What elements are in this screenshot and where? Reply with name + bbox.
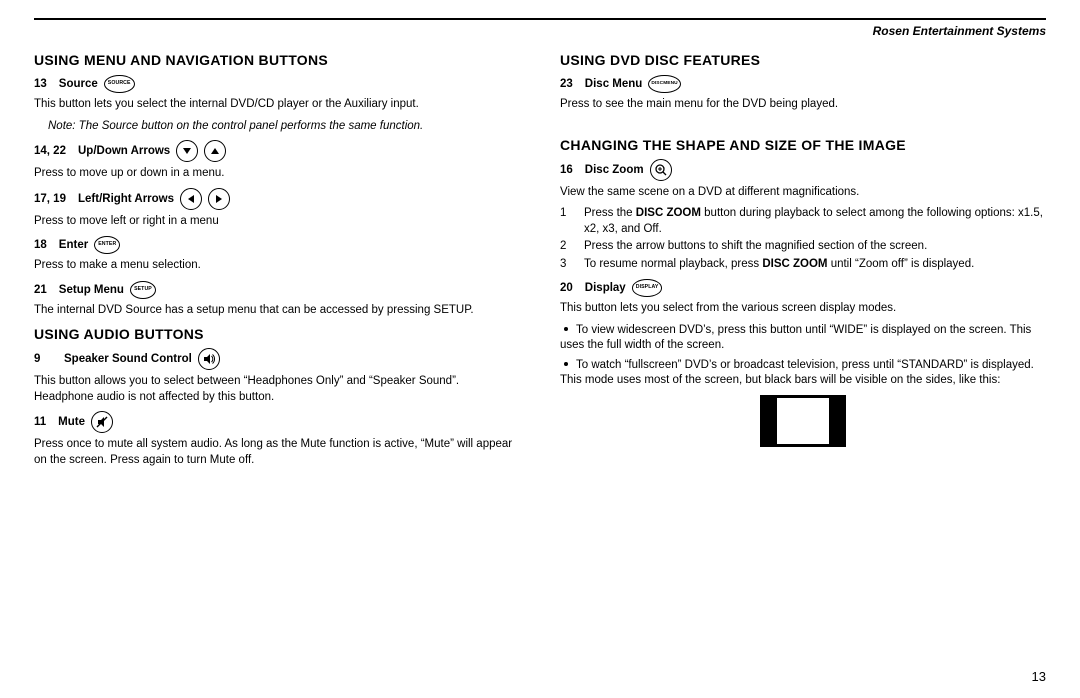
down-arrow-icon	[176, 140, 198, 162]
tv-diagram	[760, 395, 846, 447]
zoom-icon	[650, 159, 672, 181]
item-desc: This button lets you select from the var…	[560, 301, 1046, 317]
mute-icon	[91, 411, 113, 433]
item-label: Disc Zoom	[585, 164, 644, 176]
item-label: Setup Menu	[59, 284, 124, 296]
item-desc: Press once to mute all system audio. As …	[34, 437, 520, 468]
item-note: Note: The Source button on the control p…	[48, 119, 468, 135]
heading-menu-nav: USING MENU AND NAVIGATION BUTTONS	[34, 52, 520, 68]
item-number: 18	[34, 239, 47, 251]
item-desc: Press to make a menu selection.	[34, 258, 520, 274]
zoom-steps: 1Press the DISC ZOOM button during playb…	[560, 206, 1046, 272]
left-arrow-icon	[180, 188, 202, 210]
display-bullet: To watch “fullscreen” DVD’s or broadcast…	[560, 358, 1046, 389]
right-column: USING DVD DISC FEATURES 23 Disc Menu DIS…	[560, 44, 1046, 474]
item-number: 21	[34, 284, 47, 296]
item-desc: This button lets you select the internal…	[34, 97, 520, 113]
source-icon: SOURCE	[104, 75, 135, 93]
setup-icon: SETUP	[130, 281, 156, 299]
heading-audio: USING AUDIO BUTTONS	[34, 326, 520, 342]
item-number: 13	[34, 78, 47, 90]
up-arrow-icon	[204, 140, 226, 162]
item-desc: Press to see the main menu for the DVD b…	[560, 97, 1046, 113]
item-number: 14, 22	[34, 145, 66, 157]
display-icon: DISPLAY	[632, 279, 663, 297]
item-desc: This button allows you to select between…	[34, 374, 520, 405]
item-number: 17, 19	[34, 193, 66, 205]
item-desc: Press to move left or right in a menu	[34, 214, 520, 230]
display-bullet: To view widescreen DVD’s, press this but…	[560, 323, 1046, 354]
item-label: Speaker Sound Control	[64, 353, 192, 365]
heading-dvd: USING DVD DISC FEATURES	[560, 52, 1046, 68]
item-number: 11	[34, 416, 46, 428]
enter-icon: ENTER	[94, 236, 120, 254]
left-column: USING MENU AND NAVIGATION BUTTONS 13 Sou…	[34, 44, 520, 474]
heading-shape: CHANGING THE SHAPE AND SIZE OF THE IMAGE	[560, 137, 1046, 153]
item-desc: View the same scene on a DVD at differen…	[560, 185, 1046, 201]
item-number: 23	[560, 78, 573, 90]
item-label: Disc Menu	[585, 78, 643, 90]
item-label: Enter	[59, 239, 88, 251]
item-label: Display	[585, 282, 626, 294]
speaker-icon	[198, 348, 220, 370]
item-number: 9	[34, 353, 52, 365]
item-number: 16	[560, 164, 573, 176]
item-desc: Press to move up or down in a menu.	[34, 166, 520, 182]
item-label: Left/Right Arrows	[78, 193, 174, 205]
item-label: Source	[59, 78, 98, 90]
item-label: Up/Down Arrows	[78, 145, 170, 157]
item-label: Mute	[58, 416, 85, 428]
right-arrow-icon	[208, 188, 230, 210]
disc-menu-icon: DISCMENU	[648, 75, 680, 93]
page-number: 13	[1032, 669, 1046, 684]
item-desc: The internal DVD Source has a setup menu…	[34, 303, 520, 319]
item-number: 20	[560, 282, 573, 294]
page-header: Rosen Entertainment Systems	[34, 18, 1046, 38]
